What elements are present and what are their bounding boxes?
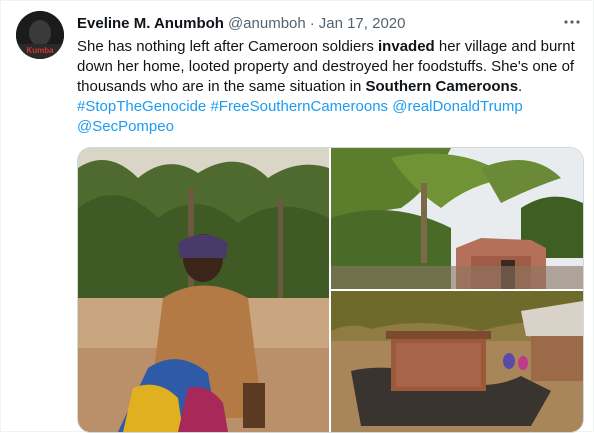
- avatar[interactable]: Kumba: [16, 11, 64, 59]
- tweet-card[interactable]: Kumba Eveline M. Anumboh @anumboh · Jan …: [0, 0, 594, 433]
- hashtag-link[interactable]: #FreeSouthernCameroons: [210, 98, 388, 115]
- tweet-header: Eveline M. Anumboh @anumboh · Jan 17, 20…: [77, 13, 405, 33]
- mention-link[interactable]: @realDonaldTrump: [392, 98, 523, 115]
- more-horizontal-icon[interactable]: [559, 11, 585, 33]
- tweet-text-bold: Southern Cameroons: [365, 78, 519, 95]
- burnt-house-banana-trees-photo[interactable]: [331, 148, 583, 289]
- tweet-text-bold: invaded: [378, 38, 435, 55]
- author-name[interactable]: Eveline M. Anumboh: [77, 15, 224, 32]
- hashtag-link[interactable]: #StopTheGenocide: [77, 98, 206, 115]
- author-handle[interactable]: @anumboh: [228, 15, 306, 32]
- woman-seated-photo[interactable]: [78, 148, 329, 432]
- tweet-text-part: .: [518, 78, 523, 95]
- burnt-brick-ruins-photo[interactable]: [331, 291, 583, 432]
- mention-link[interactable]: @SecPompeo: [77, 118, 174, 135]
- avatar-badge-text: Kumba: [26, 46, 54, 55]
- tweet-text: She has nothing left after Cameroon sold…: [77, 37, 585, 137]
- tweet-date[interactable]: Jan 17, 2020: [319, 15, 406, 32]
- tweet-text-part: She has nothing left after Cameroon sold…: [77, 38, 379, 55]
- media-grid: [77, 147, 584, 433]
- separator-dot: ·: [309, 14, 315, 32]
